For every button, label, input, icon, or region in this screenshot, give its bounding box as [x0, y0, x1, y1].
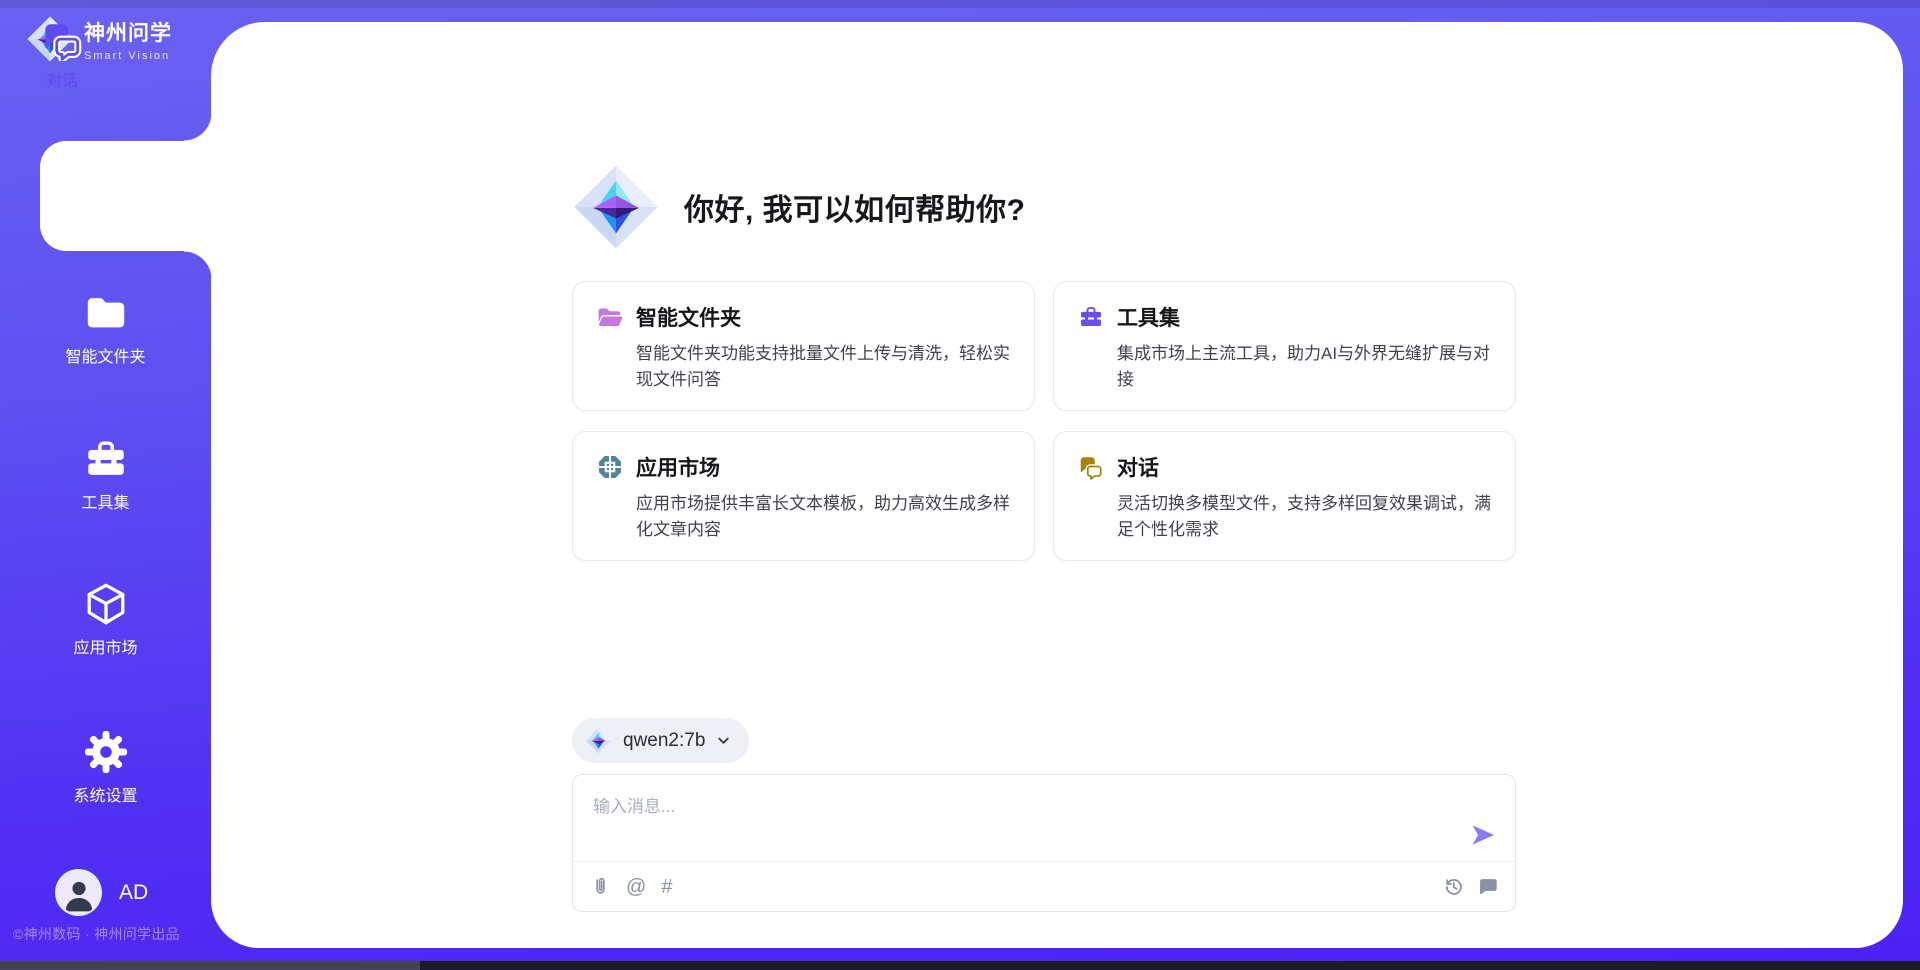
composer-toolbar: @ # [573, 861, 1515, 911]
user-name: AD [119, 881, 148, 905]
card-header: 应用市场 [597, 452, 1010, 482]
sidebar-item-smart-folder[interactable]: 智能文件夹 [0, 290, 211, 367]
taskbar-strip [0, 961, 1920, 970]
sidebar-item-label: 系统设置 [73, 782, 137, 806]
cube-icon [83, 581, 129, 627]
toolbox-icon [1078, 304, 1104, 330]
app-grid-icon [597, 454, 623, 480]
folder-icon [83, 290, 129, 336]
card-title: 应用市场 [636, 452, 720, 482]
send-button[interactable] [1469, 820, 1499, 850]
taskbar-strip-left [0, 961, 420, 970]
model-name: qwen2:7b [623, 730, 705, 752]
conversation-button[interactable] [1477, 876, 1498, 897]
bump-fillet-bottom [184, 251, 212, 279]
chat-bubble-icon [1477, 876, 1498, 897]
sidebar-item-app-market[interactable]: 应用市场 [0, 581, 211, 658]
main-panel: 你好, 我可以如何帮助你? 智能文件夹 智能文件夹功能支持批量文件上传与清洗，轻… [211, 22, 1903, 948]
card-header: 工具集 [1078, 302, 1491, 332]
history-clock-icon [1443, 876, 1464, 897]
avatar [55, 869, 102, 916]
sidebar-item-label: 智能文件夹 [65, 343, 145, 367]
card-smart-folder[interactable]: 智能文件夹 智能文件夹功能支持批量文件上传与清洗，轻松实现文件问答 [572, 281, 1035, 411]
chevron-down-icon [716, 733, 731, 748]
model-logo-icon [585, 727, 612, 754]
card-title: 工具集 [1117, 302, 1180, 332]
gear-icon [83, 729, 129, 775]
message-composer: @ # [572, 774, 1516, 912]
card-header: 对话 [1078, 452, 1491, 482]
at-icon: @ [626, 877, 646, 897]
user-account[interactable]: AD [55, 869, 148, 916]
window-top-edge [0, 0, 1920, 8]
card-title: 智能文件夹 [636, 302, 741, 332]
hash-icon: # [661, 877, 672, 897]
model-selector[interactable]: qwen2:7b [572, 718, 749, 763]
card-chat[interactable]: 对话 灵活切换多模型文件，支持多样回复效果调试，满足个性化需求 [1053, 431, 1516, 561]
main-content: 你好, 我可以如何帮助你? 智能文件夹 智能文件夹功能支持批量文件上传与清洗，轻… [572, 22, 1516, 912]
sidebar-item-chat[interactable] [40, 141, 212, 251]
composer-left-tools: @ # [590, 876, 672, 897]
brand-diamond-icon [572, 163, 660, 251]
message-input[interactable] [573, 775, 1515, 861]
sidebar-item-label: 对话 [46, 67, 78, 91]
card-app-market[interactable]: 应用市场 应用市场提供丰富长文本模板，助力高效生成多样化文章内容 [572, 431, 1035, 561]
sidebar-item-chat-content[interactable]: 对话 [0, 0, 124, 110]
card-description: 应用市场提供丰富长文本模板，助力高效生成多样化文章内容 [636, 491, 1010, 542]
paperclip-icon [590, 876, 611, 897]
card-header: 智能文件夹 [597, 302, 1010, 332]
card-description: 智能文件夹功能支持批量文件上传与清洗，轻松实现文件问答 [636, 341, 1010, 392]
greeting-title: 你好, 我可以如何帮助你? [684, 185, 1026, 229]
card-description: 灵活切换多模型文件，支持多样回复效果调试，满足个性化需求 [1117, 491, 1491, 542]
person-icon [57, 871, 101, 915]
card-description: 集成市场上主流工具，助力AI与外界无缝扩展与对接 [1117, 341, 1491, 392]
greeting-block: 你好, 我可以如何帮助你? [572, 163, 1516, 251]
sidebar-footer: ©神州数码 · 神州问学出品 [13, 924, 213, 944]
attach-file-button[interactable] [590, 876, 611, 897]
sidebar-item-label: 应用市场 [73, 634, 137, 658]
toolbox-icon [83, 436, 129, 482]
chat-bubbles-icon [1078, 454, 1104, 480]
feature-cards: 智能文件夹 智能文件夹功能支持批量文件上传与清洗，轻松实现文件问答 工具集 集成… [572, 281, 1516, 561]
folder-open-icon [597, 304, 623, 330]
sidebar-item-settings[interactable]: 系统设置 [0, 729, 211, 806]
bump-fillet-top [184, 113, 212, 141]
card-title: 对话 [1117, 452, 1159, 482]
topic-button[interactable]: # [661, 877, 672, 897]
mention-button[interactable]: @ [626, 877, 646, 897]
sidebar-item-toolset[interactable]: 工具集 [0, 436, 211, 513]
chat-icon [41, 19, 83, 61]
card-toolset[interactable]: 工具集 集成市场上主流工具，助力AI与外界无缝扩展与对接 [1053, 281, 1516, 411]
history-button[interactable] [1443, 876, 1464, 897]
sidebar-item-label: 工具集 [81, 489, 129, 513]
composer-right-tools [1443, 876, 1498, 897]
send-icon [1469, 821, 1499, 849]
